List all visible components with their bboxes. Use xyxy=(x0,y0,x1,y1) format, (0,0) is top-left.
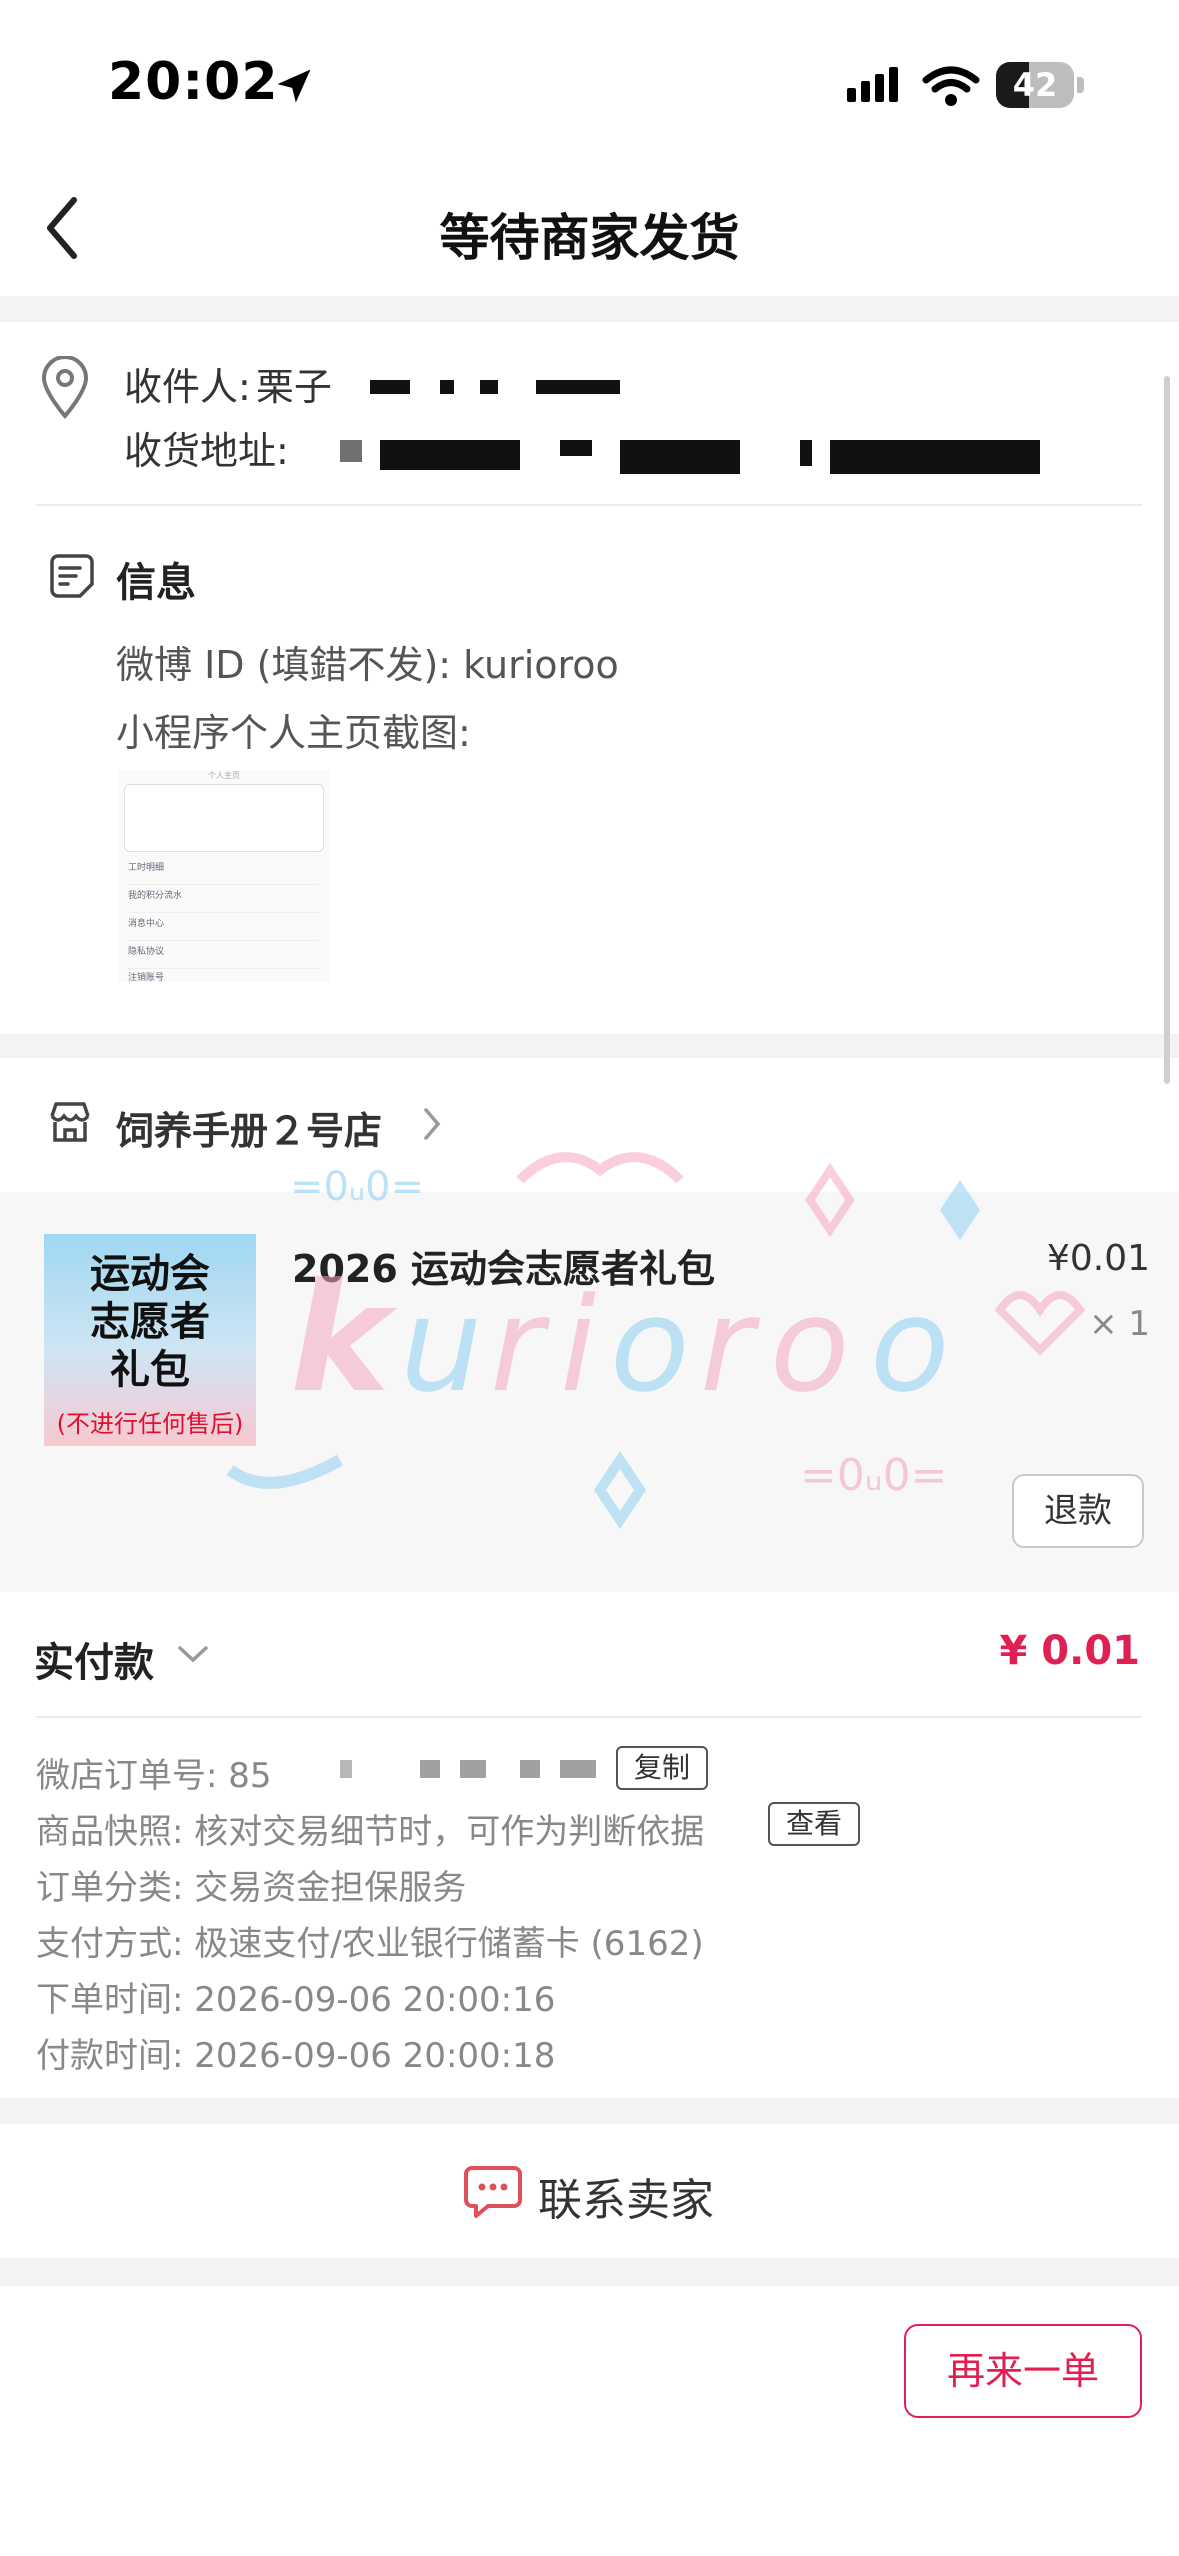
payment-method-label: 支付方式: xyxy=(36,1924,184,1964)
product-image-line: 运动会 xyxy=(90,1251,210,1297)
product-image-note: (不进行任何售后) xyxy=(56,1410,244,1438)
order-time-label: 下单时间: xyxy=(36,1980,184,2020)
order-category-label: 订单分类: xyxy=(36,1868,184,1908)
order-category-value: 交易资金担保服务 xyxy=(194,1868,467,1908)
chat-bubble-icon xyxy=(464,2166,522,2218)
payment-method-row: 支付方式: 极速支付/农业银行储蓄卡 (6162) xyxy=(36,1916,704,1965)
redacted-block xyxy=(340,440,362,462)
location-arrow-icon xyxy=(277,69,311,103)
redacted-block xyxy=(460,1760,486,1778)
order-time-value: 2026-09-06 20:00:16 xyxy=(194,1980,556,2020)
reorder-button[interactable]: 再来一单 xyxy=(904,2324,1142,2418)
payment-method-value: 极速支付/农业银行储蓄卡 (6162) xyxy=(194,1924,704,1964)
order-number-row: 微店订单号: 85 xyxy=(36,1748,272,1797)
pay-time-label: 付款时间: xyxy=(36,2036,184,2076)
pay-time-row: 付款时间: 2026-09-06 20:00:18 xyxy=(36,2028,555,2077)
chevron-down-icon[interactable] xyxy=(176,1640,210,1668)
redacted-block xyxy=(380,440,520,470)
wifi-icon xyxy=(922,66,980,106)
screenshot-label: 小程序个人主页截图: xyxy=(116,711,471,755)
paid-amount-label[interactable]: 实付款 xyxy=(34,1630,154,1688)
redacted-block xyxy=(620,440,740,474)
recipient-row: 收件人: 栗子 xyxy=(124,356,332,411)
thumbnail-row: 工时明细 xyxy=(128,860,318,885)
recipient-value: 栗子 xyxy=(255,365,332,409)
pay-time-value: 2026-09-06 20:00:18 xyxy=(194,2036,556,2076)
product-image-line: 礼包 xyxy=(110,1347,190,1393)
view-snapshot-button[interactable]: 查看 xyxy=(768,1802,860,1846)
note-icon xyxy=(50,554,94,598)
info-title: 信息 xyxy=(116,560,196,606)
order-time-row: 下单时间: 2026-09-06 20:00:16 xyxy=(36,1972,555,2021)
snapshot-row: 商品快照: 核对交易细节时，可作为判断依据 xyxy=(36,1804,704,1853)
screenshot-thumbnail[interactable]: 个人主页 工时明细 我的积分流水 消息中心 隐私协议 注销账号 xyxy=(118,770,330,982)
cellular-signal-icon xyxy=(847,67,898,102)
redacted-block xyxy=(370,380,410,394)
status-time: 20:02 xyxy=(108,52,279,112)
redacted-block xyxy=(340,1760,352,1778)
thumbnail-row: 消息中心 xyxy=(128,916,318,941)
copy-order-number-button[interactable]: 复制 xyxy=(616,1746,708,1790)
product-price: ¥0.01 xyxy=(1046,1238,1150,1279)
scrollbar[interactable] xyxy=(1164,376,1170,1084)
thumbnail-header: 个人主页 xyxy=(208,771,240,780)
thumbnail-row: 隐私协议 xyxy=(128,944,318,969)
thumbnail-profile-box xyxy=(124,784,324,852)
shop-name[interactable]: 饲养手册２号店 xyxy=(116,1100,382,1155)
order-number-label: 微店订单号: xyxy=(36,1756,218,1796)
redacted-block xyxy=(800,440,812,466)
contact-seller-label[interactable]: 联系卖家 xyxy=(538,2164,714,2228)
redacted-block xyxy=(440,380,454,394)
weibo-id-text: 微博 ID (填錯不发): kurioroo xyxy=(116,643,619,687)
product-image-line: 志愿者 xyxy=(90,1299,210,1345)
redacted-block xyxy=(420,1760,440,1778)
thumbnail-row: 注销账号 xyxy=(128,970,318,982)
order-number-value: 85 xyxy=(228,1756,272,1796)
order-category-row: 订单分类: 交易资金担保服务 xyxy=(36,1860,466,1909)
chevron-right-icon xyxy=(424,1108,441,1140)
recipient-label: 收件人: xyxy=(124,365,251,409)
page-title: 等待商家发货 xyxy=(439,209,740,267)
map-pin-icon xyxy=(41,356,89,420)
redacted-block xyxy=(830,440,1040,474)
product-image[interactable]: 运动会 志愿者 礼包 (不进行任何售后) xyxy=(44,1234,256,1446)
section-divider xyxy=(36,504,1142,506)
product-quantity: × 1 xyxy=(1089,1304,1150,1344)
redacted-block xyxy=(536,380,620,394)
product-title[interactable]: 2026 运动会志愿者礼包 xyxy=(292,1238,715,1293)
section-divider xyxy=(36,1716,1142,1718)
battery-indicator: 42 xyxy=(996,62,1086,110)
snapshot-label: 商品快照: xyxy=(36,1812,184,1852)
snapshot-value: 核对交易细节时，可作为判断依据 xyxy=(194,1812,705,1852)
paid-amount-value: ¥ 0.01 xyxy=(999,1628,1140,1674)
redacted-block xyxy=(480,380,498,394)
redacted-block xyxy=(560,1760,596,1778)
address-label: 收货地址: xyxy=(124,429,289,473)
storefront-icon xyxy=(50,1102,90,1142)
redacted-block xyxy=(520,1760,540,1778)
refund-button[interactable]: 退款 xyxy=(1012,1474,1144,1548)
thumbnail-row: 我的积分流水 xyxy=(128,888,318,913)
battery-percent: 42 xyxy=(1012,66,1058,104)
redacted-block xyxy=(560,440,592,456)
